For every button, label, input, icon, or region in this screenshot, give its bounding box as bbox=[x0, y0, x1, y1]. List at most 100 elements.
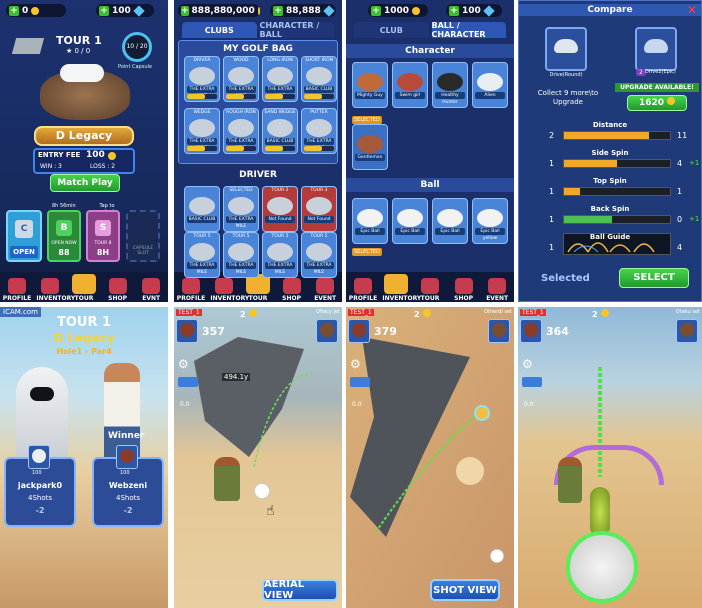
close-icon[interactable]: ✕ bbox=[687, 3, 697, 17]
select-button[interactable]: SELECT bbox=[619, 268, 689, 288]
add-gem-icon[interactable]: + bbox=[273, 5, 283, 16]
stat-left-value: 1 bbox=[549, 243, 555, 252]
card-title: WEDGE bbox=[193, 110, 211, 115]
player2-shots: 4Shots bbox=[115, 494, 140, 502]
prev-tour-icon[interactable] bbox=[11, 38, 45, 54]
bottom-nav: PROFILE INVENTORY TOUR SHOP EVENT bbox=[346, 272, 514, 302]
ball-card-3[interactable]: Epic Ball yellow bbox=[472, 198, 508, 244]
nav-profile[interactable]: PROFILE bbox=[3, 278, 31, 302]
ball-card-2[interactable]: Epic Ball bbox=[432, 198, 468, 244]
coin-counter[interactable]: +888,880,000 bbox=[178, 4, 260, 17]
settings-gear-icon[interactable]: ⚙ bbox=[178, 357, 189, 371]
current-club-name: Drive(Round) bbox=[549, 72, 583, 78]
driver-card-7[interactable]: TOUR 5 THE EXTRA MILE bbox=[301, 232, 337, 278]
nav-inventory[interactable]: INVENTORY bbox=[382, 274, 421, 302]
club-card-1[interactable]: WOOD THE EXTRA MILE bbox=[223, 56, 259, 102]
add-coin-icon[interactable]: + bbox=[371, 5, 381, 16]
capsule-slot-b[interactable]: B OPEN NOW 88 bbox=[47, 210, 81, 262]
nav-shop[interactable]: SHOP bbox=[278, 278, 306, 302]
settings-gear-icon[interactable]: ⚙ bbox=[522, 357, 533, 371]
match-play-button[interactable]: Match Play bbox=[50, 174, 120, 192]
upgrade-button[interactable]: 1620 bbox=[627, 95, 687, 111]
nav-tour[interactable]: TOUR bbox=[70, 274, 98, 302]
gem-value: 100 bbox=[112, 5, 131, 16]
driver-card-2[interactable]: TOUR 2 Not Found bbox=[262, 186, 298, 232]
gem-counter[interactable]: +88,888 bbox=[270, 4, 336, 17]
club-card-7[interactable]: PUTTER THE EXTRA MILE bbox=[301, 108, 337, 154]
driver-card-0[interactable]: BASIC CLUB bbox=[184, 186, 220, 232]
capsule-slot-c[interactable]: C OPEN bbox=[6, 210, 42, 262]
club-head-icon bbox=[267, 243, 293, 261]
character-card-2[interactable]: Healthy Hunter bbox=[432, 62, 468, 108]
club-card-0[interactable]: DRIVER THE EXTRA MILE bbox=[184, 56, 220, 102]
stat-right-value: 4 bbox=[677, 159, 683, 168]
golf-ball-icon[interactable] bbox=[254, 483, 270, 499]
coin-counter[interactable]: +1000 bbox=[368, 4, 428, 17]
nav-tour[interactable]: TOUR bbox=[416, 278, 444, 302]
tab-clubs[interactable]: CLUBS bbox=[182, 22, 257, 38]
coin-icon bbox=[248, 309, 257, 317]
selected-character-card[interactable]: Gentleman bbox=[352, 124, 388, 170]
nav-event[interactable]: EVNT bbox=[137, 278, 165, 302]
wind-value: 0.0 bbox=[352, 401, 362, 408]
golf-ball-icon[interactable] bbox=[490, 549, 504, 563]
nav-profile[interactable]: PROFILE bbox=[349, 278, 377, 302]
driver-card-1[interactable]: SELECTED THE EXTRA MILE bbox=[223, 186, 259, 232]
add-coin-icon[interactable]: + bbox=[9, 5, 19, 16]
club-card-2[interactable]: LONG IRON THE EXTRA MILE bbox=[262, 56, 298, 102]
stat-name: Top Spin bbox=[593, 177, 627, 185]
ball-card-0[interactable]: Epic Ball bbox=[352, 198, 388, 244]
character-card-3[interactable]: Alien bbox=[472, 62, 508, 108]
shot-view-button[interactable]: SHOT VIEW bbox=[430, 579, 500, 601]
nav-shop[interactable]: SHOP bbox=[450, 278, 478, 302]
driver-card-6[interactable]: TOUR 5 THE EXTRA MILE bbox=[262, 232, 298, 278]
nav-shop[interactable]: SHOP bbox=[104, 278, 132, 302]
next-club-card[interactable] bbox=[635, 27, 677, 71]
swing-button[interactable] bbox=[566, 531, 638, 603]
driver-card-4[interactable]: TOUR 5 THE EXTRA MILE bbox=[184, 232, 220, 278]
driver-card-5[interactable]: TOUR 5 THE EXTRA MILE bbox=[223, 232, 259, 278]
nav-inventory[interactable]: INVENTORY bbox=[210, 278, 249, 302]
character-card-1[interactable]: Swim girl bbox=[392, 62, 428, 108]
opponent-name: Otaku set bbox=[675, 309, 700, 315]
nav-event[interactable]: EVENT bbox=[311, 278, 339, 302]
nav-profile[interactable]: PROFILE bbox=[177, 278, 205, 302]
tab-ball-character[interactable]: BALL / CHARACTER bbox=[431, 21, 506, 39]
card-title: PUTTER bbox=[310, 110, 328, 115]
tab-club[interactable]: CLUB bbox=[354, 22, 429, 38]
course-cloud bbox=[60, 64, 104, 82]
add-coin-icon[interactable]: + bbox=[181, 5, 189, 16]
current-club-card[interactable] bbox=[545, 27, 587, 71]
club-card-5[interactable]: ROUGH IRON THE EXTRA MILE bbox=[223, 108, 259, 154]
wind-value: 0.0 bbox=[524, 401, 534, 408]
nav-event[interactable]: EVENT bbox=[483, 278, 511, 302]
club-card-4[interactable]: WEDGE THE EXTRA MILE bbox=[184, 108, 220, 154]
clubs-screen: +888,880,000 +88,888 CLUBS CHARACTER / B… bbox=[174, 0, 342, 302]
nav-tour[interactable]: TOUR bbox=[244, 274, 272, 302]
capsule-slot-s[interactable]: S TOUR 8 8H bbox=[86, 210, 120, 262]
nav-inventory[interactable]: INVENTORY bbox=[36, 278, 75, 302]
gem-counter[interactable]: +100 bbox=[96, 4, 154, 17]
driver-card-3[interactable]: TOUR 3 Not Found bbox=[301, 186, 337, 232]
add-gem-icon[interactable]: + bbox=[449, 5, 459, 16]
tab-character-ball[interactable]: CHARACTER / BALL bbox=[259, 21, 334, 39]
aerial-view-button[interactable]: AERIAL VIEW bbox=[262, 579, 338, 601]
gem-counter[interactable]: +100 bbox=[446, 4, 502, 17]
point-capsule-icon[interactable]: 10 / 20 bbox=[122, 32, 152, 62]
coin-counter[interactable]: +0 bbox=[6, 4, 66, 17]
card-label: THE EXTRA MILE bbox=[304, 138, 334, 151]
club-card-3[interactable]: SHORT IRON BASIC CLUB bbox=[301, 56, 337, 102]
character-card-0[interactable]: Mighty Guy bbox=[352, 62, 388, 108]
card-label: Alien bbox=[475, 92, 505, 99]
club-card-6[interactable]: SAND WEDGE BASIC CLUB bbox=[262, 108, 298, 154]
add-gem-icon[interactable]: + bbox=[99, 5, 109, 16]
player-tag: TEST_1 bbox=[520, 309, 546, 316]
stroke-count: 2 bbox=[414, 309, 431, 319]
stroke-count: 2 bbox=[240, 309, 257, 319]
entry-fee-label: ENTRY FEE bbox=[38, 151, 81, 159]
settings-gear-icon[interactable]: ⚙ bbox=[350, 357, 361, 371]
player2-score: -2 bbox=[123, 506, 133, 515]
capsule-open-button[interactable]: OPEN bbox=[10, 246, 38, 258]
ball-card-1[interactable]: Epic Ball bbox=[392, 198, 428, 244]
card-title: LONG IRON bbox=[267, 58, 293, 63]
